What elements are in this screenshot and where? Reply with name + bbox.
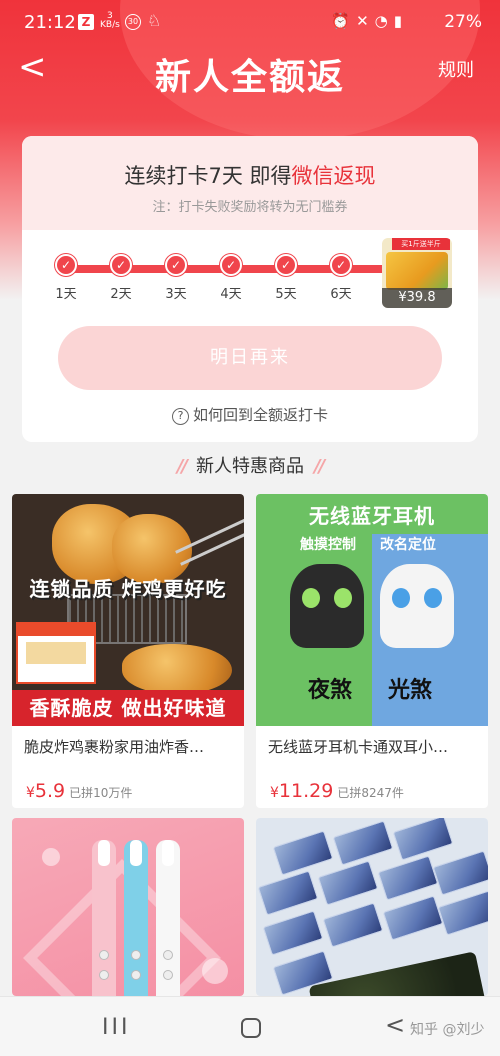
day-step-5: ✓ 5天 xyxy=(266,254,306,302)
question-icon: ? xyxy=(171,408,189,425)
checkin-card: 连续打卡7天 即得微信返现 注：打卡失败奖励将转为无门槛券 ✓ 1天 ✓ 2天 ✓ 3… xyxy=(22,136,478,442)
day-step-3: ✓ 3天 xyxy=(156,254,196,302)
seaweed-sheet xyxy=(308,951,488,996)
watermark: 知乎 @刘少 xyxy=(410,1022,485,1038)
day-step-1: ✓ 1天 xyxy=(46,254,86,302)
label-left: 夜煞 xyxy=(308,678,353,703)
decor-diamond xyxy=(23,859,221,996)
check-icon: ✓ xyxy=(55,254,77,276)
product-card[interactable] xyxy=(256,818,488,996)
prize-price: ¥39.8 xyxy=(382,288,452,308)
decor-slash-icon: // xyxy=(176,456,188,477)
help-link-label: 如何回到全额返打卡 xyxy=(192,406,328,424)
blue-toothbrush xyxy=(124,840,148,996)
price-line: ¥11.29 已拼8247件 xyxy=(270,780,404,802)
image-banner-bottom: 香酥脆皮 做出好味道 xyxy=(12,690,244,726)
label-right: 光煞 xyxy=(388,678,433,703)
qq-icon: ♘ xyxy=(147,11,162,30)
help-link[interactable]: ? 如何回到全额返打卡 xyxy=(22,404,478,425)
white-earbud-case xyxy=(380,564,454,648)
rules-link[interactable]: 规则 xyxy=(438,56,474,82)
check-icon: ✓ xyxy=(165,254,187,276)
day-label: 3天 xyxy=(165,287,187,302)
check-icon: ✓ xyxy=(220,254,242,276)
product-name: 脆皮炸鸡裹粉家用油炸香… xyxy=(24,738,205,756)
currency-symbol: ¥ xyxy=(270,785,279,801)
checkin-note: 注：打卡失败奖励将转为无门槛券 xyxy=(152,200,348,215)
product-card[interactable] xyxy=(12,818,244,996)
sold-count: 已拼10万件 xyxy=(69,786,133,800)
battery-level: 27% xyxy=(444,12,482,32)
checkin-header: 连续打卡7天 即得微信返现 注：打卡失败奖励将转为无门槛券 xyxy=(22,136,478,230)
price-value: 11.29 xyxy=(278,780,334,802)
product-name: 无线蓝牙耳机卡通双耳小… xyxy=(268,738,449,756)
day-label: 1天 xyxy=(55,287,77,302)
dried-mango-image xyxy=(386,252,448,290)
black-earbud-case xyxy=(290,564,364,648)
day-label: 5天 xyxy=(275,287,297,302)
zhihu-notification-icon: Z xyxy=(78,14,94,30)
day-label: 6天 xyxy=(330,287,352,302)
system-back-icon[interactable]: < xyxy=(385,1011,405,1039)
decor-slash-icon: // xyxy=(314,456,325,477)
pink-toothbrush xyxy=(92,840,116,996)
product-card[interactable]: 无线蓝牙耳机 触摸控制 改名定位 夜煞 光煞 无线蓝牙耳机卡通双耳小… ¥11.… xyxy=(256,494,488,808)
product-image: 无线蓝牙耳机 触摸控制 改名定位 夜煞 光煞 xyxy=(256,494,488,726)
image-banner-top: 连锁品质 炸鸡更好吃 xyxy=(29,577,227,601)
recent-apps-icon[interactable]: III xyxy=(102,1015,130,1040)
net-speed: 3 KB/s xyxy=(100,12,120,30)
come-back-tomorrow-button[interactable]: 明日再来 xyxy=(58,326,442,390)
day-label: 2天 xyxy=(110,287,132,302)
day-step-6: ✓ 6天 xyxy=(321,254,361,302)
product-image xyxy=(256,818,488,996)
product-card[interactable]: 连锁品质 炸鸡更好吃 香酥脆皮 做出好味道 脆皮炸鸡裹粉家用油炸香… ¥5.9 已… xyxy=(12,494,244,808)
headline-prefix: 连续打卡7天 即得 xyxy=(124,164,292,188)
day-7-prize[interactable]: 买1斤送半斤 ¥39.8 xyxy=(382,238,452,308)
section-title: // 新人特惠商品 // xyxy=(0,452,500,478)
system-status-icons: ⏰✕◔▮ xyxy=(331,12,408,30)
prize-tag: 买1斤送半斤 xyxy=(392,238,450,250)
product-image: 连锁品质 炸鸡更好吃 香酥脆皮 做出好味道 xyxy=(12,494,244,726)
checkin-headline: 连续打卡7天 即得微信返现 xyxy=(22,136,478,190)
product-price: ¥5.9 xyxy=(26,780,65,802)
image-banner-top: 无线蓝牙耳机 xyxy=(309,504,435,528)
day-label: 4天 xyxy=(220,287,242,302)
feature-left: 触摸控制 xyxy=(300,537,356,553)
headline-highlight: 微信返现 xyxy=(291,164,376,188)
chicken-piece xyxy=(122,644,232,694)
day-step-4: ✓ 4天 xyxy=(211,254,251,302)
page-title: 新人全额返 xyxy=(154,57,345,98)
notification-count-icon: 30 xyxy=(125,14,141,30)
check-icon: ✓ xyxy=(110,254,132,276)
price-line: ¥5.9 已拼10万件 xyxy=(26,780,132,802)
system-nav-bar: III < 知乎 @刘少 xyxy=(0,996,500,1056)
white-toothbrush xyxy=(156,840,180,996)
status-time: 21:12 xyxy=(24,12,76,33)
check-icon: ✓ xyxy=(275,254,297,276)
product-image xyxy=(12,818,244,996)
product-price: ¥11.29 xyxy=(270,780,333,802)
home-icon[interactable] xyxy=(241,1018,261,1038)
section-title-label: 新人特惠商品 xyxy=(196,456,304,477)
check-icon: ✓ xyxy=(330,254,352,276)
status-bar: 21:12 Z 3 KB/s 30 ♘ ⏰✕◔▮ 27% xyxy=(0,0,500,46)
currency-symbol: ¥ xyxy=(26,785,35,801)
product-package xyxy=(16,622,96,684)
top-nav: < 新人全额返 规则 xyxy=(0,46,500,98)
net-speed-unit: KB/s xyxy=(100,20,120,30)
sold-count: 已拼8247件 xyxy=(337,786,404,800)
day-step-2: ✓ 2天 xyxy=(101,254,141,302)
feature-right: 改名定位 xyxy=(380,537,436,553)
price-value: 5.9 xyxy=(34,780,66,802)
checkin-progress: ✓ 1天 ✓ 2天 ✓ 3天 ✓ 4天 ✓ 5天 ✓ 6天 买1斤送半斤 ¥39.8 xyxy=(22,230,478,340)
